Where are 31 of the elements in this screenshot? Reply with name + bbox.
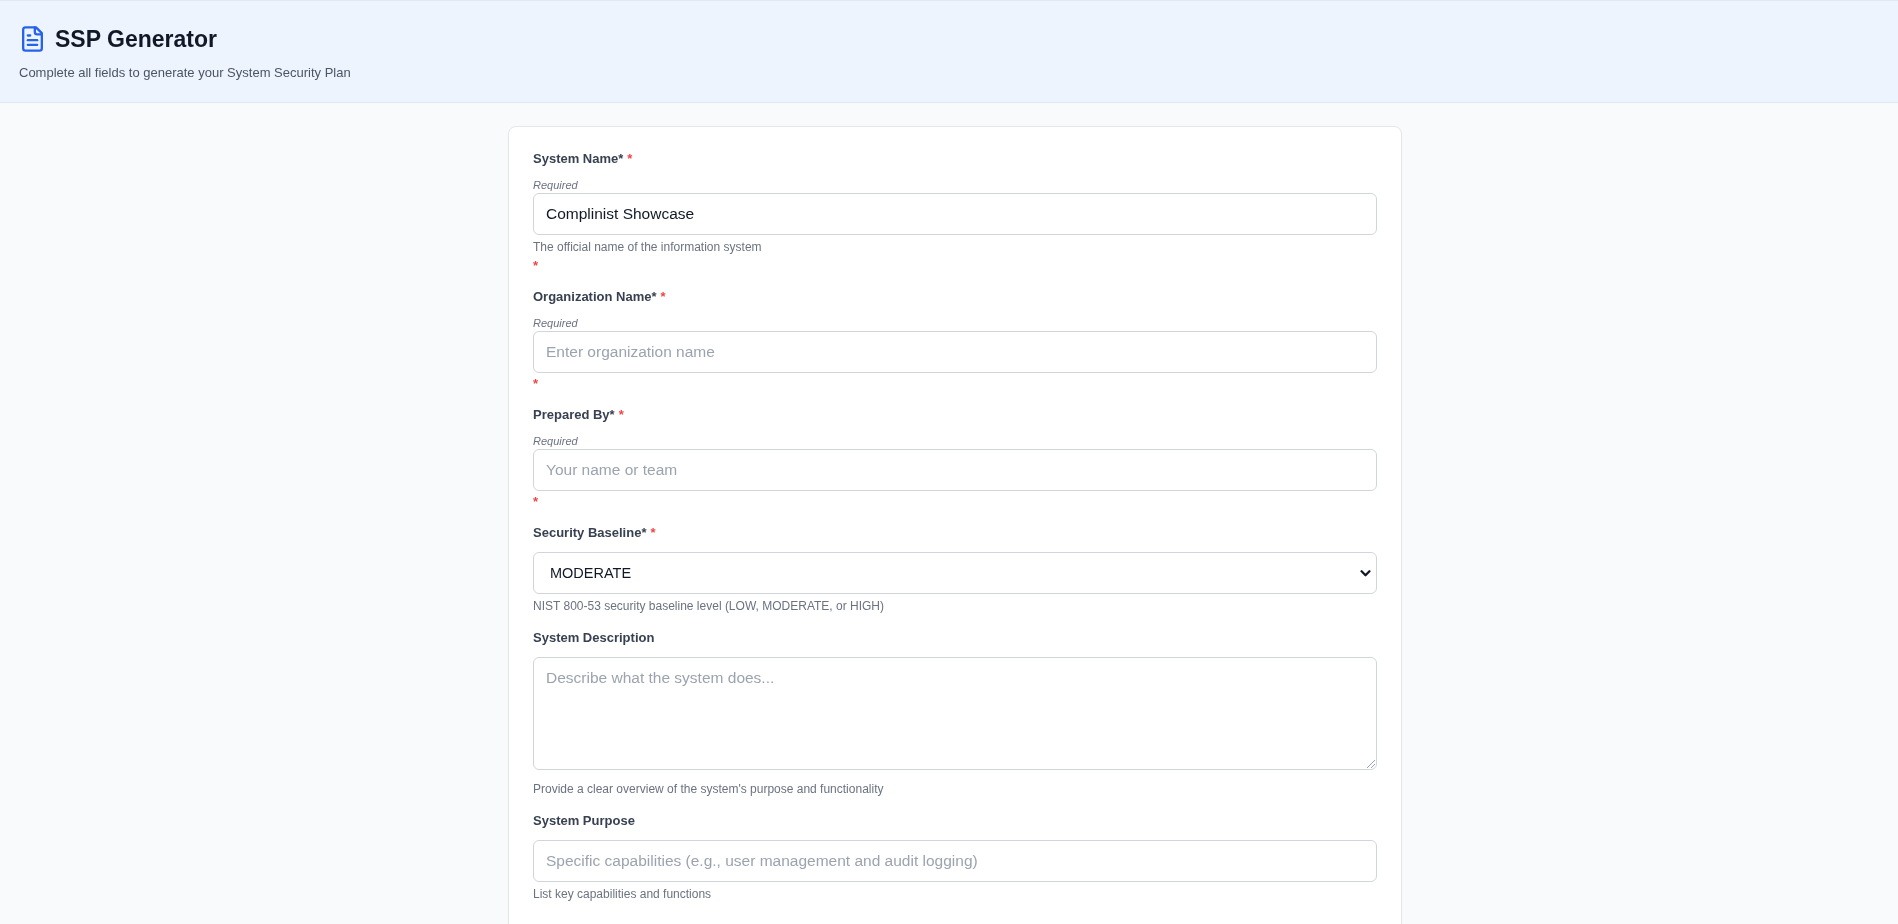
help-text: The official name of the information system <box>533 240 762 255</box>
help-text: Provide a clear overview of the system's purpose and functionality <box>533 782 884 797</box>
text-input[interactable]: Specific capabilities (e.g., user management and audit logging) <box>533 840 1377 882</box>
field-label: System Purpose <box>533 812 635 830</box>
page-title: SSP Generator <box>55 25 217 53</box>
field-label: System Name* <box>533 150 624 168</box>
field-label: System Description <box>533 629 655 647</box>
required-asterisk: * <box>627 150 633 168</box>
error-asterisk: * <box>533 494 539 509</box>
text-input[interactable]: Complinist Showcase <box>533 193 1377 235</box>
field-label: Organization Name* <box>533 288 657 306</box>
required-note: Required <box>533 316 578 331</box>
field-label: Prepared By* <box>533 406 615 424</box>
help-text: NIST 800-53 security baseline level (LOW, MODERATE, or HIGH) <box>533 599 884 614</box>
required-asterisk: * <box>650 524 656 542</box>
error-asterisk: * <box>533 258 539 273</box>
textarea-field[interactable]: Describe what the system does... <box>533 657 1377 770</box>
error-asterisk: * <box>533 376 539 391</box>
resize-grip-icon[interactable] <box>1366 759 1375 768</box>
required-asterisk: * <box>660 288 666 306</box>
required-asterisk: * <box>618 406 624 424</box>
required-note: Required <box>533 178 578 193</box>
text-input[interactable]: Enter organization name <box>533 331 1377 373</box>
select-field[interactable]: MODERATE <box>533 552 1377 594</box>
page-subtitle: Complete all fields to generate your System Security Plan <box>19 64 351 82</box>
required-note: Required <box>533 434 578 449</box>
text-input[interactable]: Your name or team <box>533 449 1377 491</box>
document-icon <box>22 26 43 52</box>
help-text: List key capabilities and functions <box>533 887 712 902</box>
field-label: Security Baseline* <box>533 524 647 542</box>
chevron-down-icon <box>1360 569 1371 577</box>
